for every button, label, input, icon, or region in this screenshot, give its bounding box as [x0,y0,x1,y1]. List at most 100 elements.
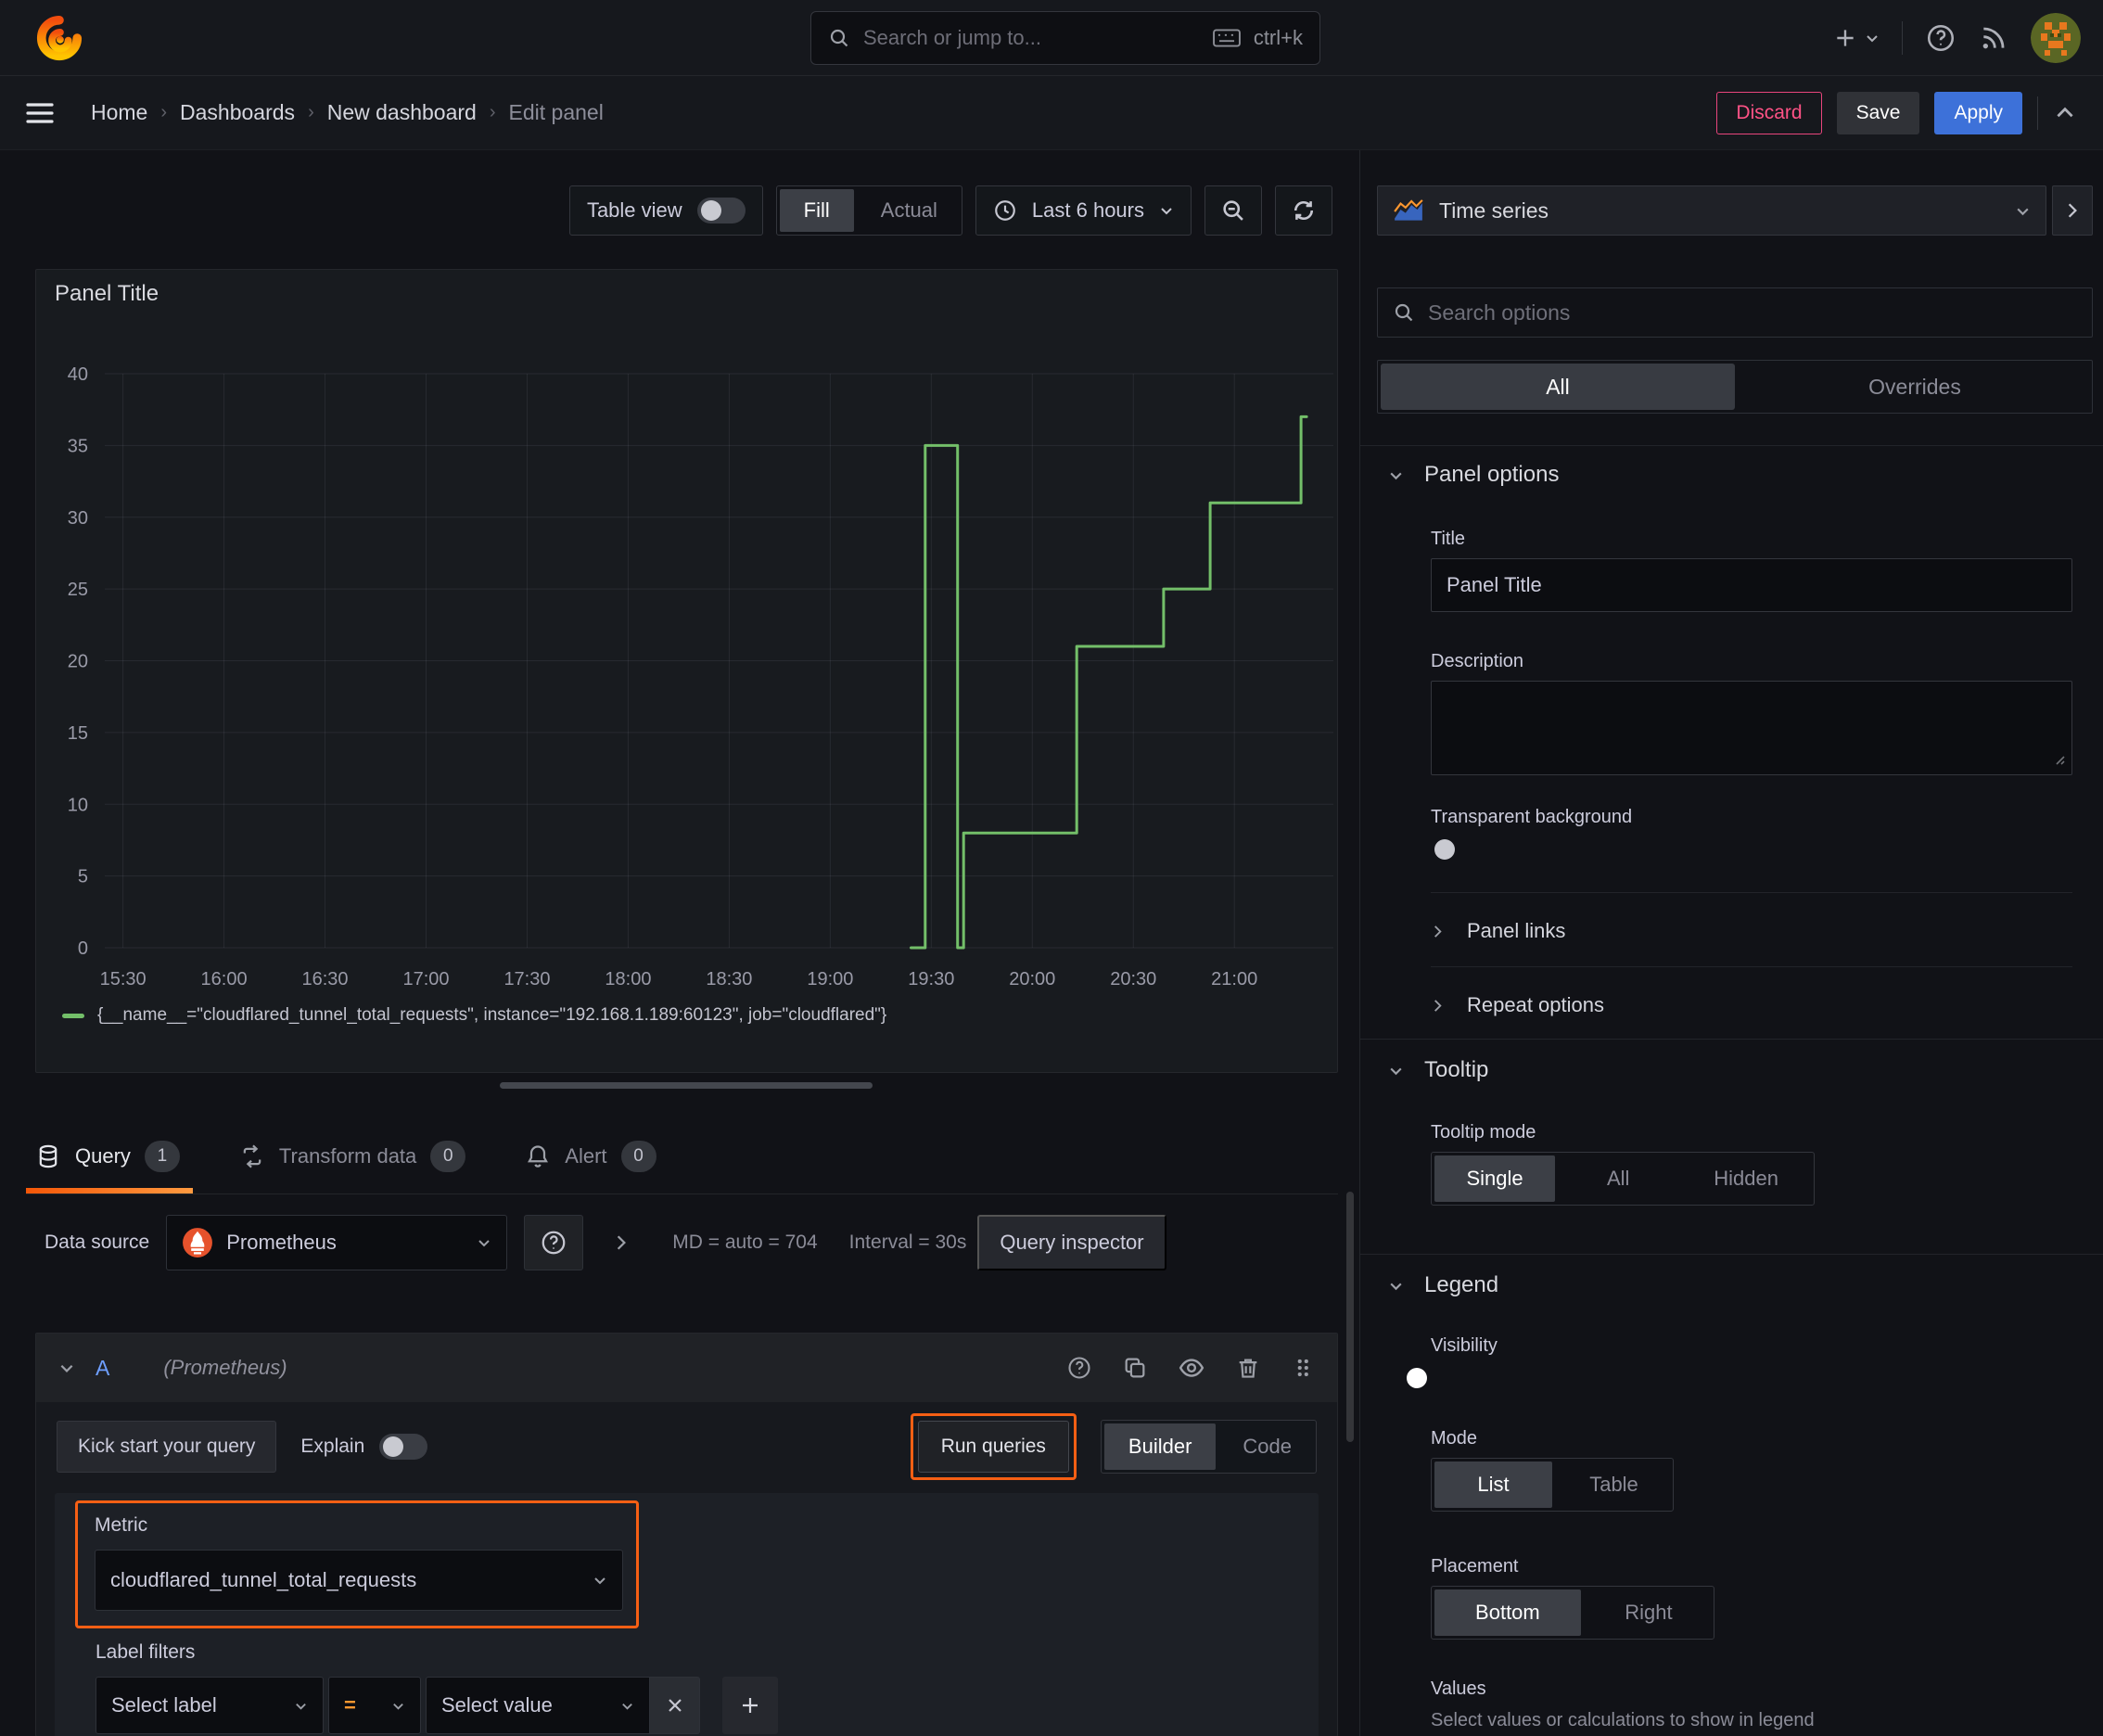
tab-transform-data[interactable]: Transform data 0 [239,1118,466,1194]
scrollbar-thumb[interactable] [1346,1192,1354,1442]
legend-placement-bottom-option[interactable]: Bottom [1434,1589,1581,1636]
tab-alert[interactable]: Alert 0 [525,1118,656,1194]
active-tab-underline [26,1188,193,1194]
run-queries-annotation: Run queries [910,1413,1077,1480]
panel-description-input[interactable] [1431,681,2072,775]
metric-label: Metric [95,1514,148,1536]
remove-filter-button[interactable] [650,1677,700,1734]
timeseries-chart[interactable]: 0 5 10 15 20 25 30 35 40 15:30 16:00 16:30 17:00 17:3… [36,326,1337,997]
refresh-button[interactable] [1275,185,1332,236]
query-editor-card: A (Prometheus) Kick start your query Exp… [35,1333,1338,1736]
visualization-name: Time series [1439,198,1549,223]
apply-button[interactable]: Apply [1934,91,2022,134]
panel-links-section[interactable]: Panel links [1431,907,1565,955]
kick-start-query-button[interactable]: Kick start your query [57,1421,277,1473]
breadcrumb: Home › Dashboards › New dashboard › Edit… [91,100,604,125]
panel-title-input[interactable] [1431,558,2072,612]
explain-label: Explain [300,1436,365,1457]
visualization-suggestions-button[interactable] [2052,185,2093,236]
tab-overrides[interactable]: Overrides [1738,361,2092,413]
operator-dropdown[interactable]: = [328,1677,421,1734]
eye-icon[interactable] [1178,1354,1205,1382]
svg-text:19:00: 19:00 [807,969,853,989]
actual-option[interactable]: Actual [857,186,962,235]
datasource-row: Data source Prometheus MD = auto = 704 I… [45,1215,1166,1270]
global-search-input[interactable]: Search or jump to... ctrl+k [810,11,1320,65]
clock-icon [993,198,1017,223]
trash-icon[interactable] [1235,1354,1261,1382]
chevron-down-icon [1390,472,1402,479]
time-range-picker[interactable]: Last 6 hours [975,185,1192,236]
panel-options-header[interactable]: Panel options [1388,462,1559,488]
discard-button[interactable]: Discard [1716,91,1822,134]
run-queries-button[interactable]: Run queries [917,1421,1069,1473]
datasource-help-button[interactable] [524,1215,584,1270]
duplicate-icon[interactable] [1122,1354,1148,1382]
chevron-right-icon[interactable] [613,1234,630,1251]
explain-toggle[interactable] [379,1434,428,1460]
legend-mode-list-option[interactable]: List [1434,1462,1552,1508]
drag-handle-icon[interactable] [1291,1354,1315,1382]
legend-placement-right-option[interactable]: Right [1584,1587,1714,1639]
tab-query[interactable]: Query 1 [26,1118,193,1194]
legend-values-help: Select values or calculations to show in… [1431,1710,1815,1730]
section-divider [1360,1039,2103,1040]
query-ref-id: A [96,1355,110,1380]
metric-select[interactable]: cloudflared_tunnel_total_requests [95,1550,623,1611]
add-filter-button[interactable] [722,1677,778,1734]
pane-resize-handle[interactable] [500,1082,873,1089]
legend-series-swatch[interactable] [62,1013,84,1018]
chevron-right-icon [2068,203,2077,218]
help-icon[interactable] [1925,22,1956,54]
chevron-down-icon [593,1573,607,1588]
breadcrumb-home[interactable]: Home [91,100,147,125]
query-builder-rows: Metric cloudflared_tunnel_total_requests… [55,1493,1319,1736]
table-view-toggle[interactable] [696,198,746,223]
repeat-options-section[interactable]: Repeat options [1431,981,1604,1029]
help-icon[interactable] [1066,1354,1092,1382]
tooltip-all-option[interactable]: All [1558,1153,1678,1205]
legend-header[interactable]: Legend [1388,1272,1498,1298]
query-datasource-hint: (Prometheus) [163,1356,287,1379]
grafana-logo-icon[interactable] [33,12,85,64]
query-row-actions [1066,1354,1315,1382]
legend-mode-table-option[interactable]: Table [1555,1459,1673,1511]
breadcrumb-dashboards[interactable]: Dashboards [180,100,295,125]
title-label: Title [1431,529,1466,549]
grafana-edit-panel-screen: Search or jump to... ctrl+k Home › Dashb… [0,0,2103,1736]
menu-icon[interactable] [26,102,54,124]
panel-title[interactable]: Panel Title [55,281,159,307]
breadcrumb-separator-icon: › [308,102,314,122]
tooltip-header[interactable]: Tooltip [1388,1057,1488,1083]
save-button[interactable]: Save [1836,91,1920,134]
svg-text:10: 10 [68,795,88,815]
query-row-header[interactable]: A (Prometheus) [36,1334,1337,1402]
query-inspector-button[interactable]: Query inspector [977,1215,1166,1270]
breadcrumb-new-dashboard[interactable]: New dashboard [327,100,477,125]
options-search-input[interactable]: Search options [1377,287,2093,338]
select-label-dropdown[interactable]: Select label [96,1677,324,1734]
code-option[interactable]: Code [1218,1421,1316,1473]
news-rss-icon[interactable] [1979,23,2008,53]
chevron-down-icon [1159,203,1174,218]
chevron-right-icon [1434,999,1442,1012]
zoom-out-button[interactable] [1204,185,1262,236]
datasource-picker[interactable]: Prometheus [166,1215,508,1270]
tooltip-single-option[interactable]: Single [1434,1155,1556,1202]
tab-all-options[interactable]: All [1381,364,1735,410]
fill-option[interactable]: Fill [779,189,854,232]
transparent-background-label: Transparent background [1431,807,1633,827]
chevron-down-icon [1390,1067,1402,1075]
chevron-down-icon[interactable] [58,1359,75,1376]
textarea-resize-grip[interactable] [2051,751,2066,766]
table-view-label: Table view [586,198,682,222]
legend-series-label[interactable]: {__name__="cloudflared_tunnel_total_requ… [97,1005,886,1026]
user-avatar[interactable] [2031,13,2081,63]
builder-option[interactable]: Builder [1103,1423,1217,1470]
svg-text:17:00: 17:00 [402,969,449,989]
select-value-dropdown[interactable]: Select value [426,1677,650,1734]
visualization-picker[interactable]: Time series [1377,185,2046,236]
tooltip-hidden-option[interactable]: Hidden [1678,1153,1814,1205]
collapse-pane-icon[interactable] [2053,101,2077,125]
add-new-button[interactable] [1833,26,1880,50]
